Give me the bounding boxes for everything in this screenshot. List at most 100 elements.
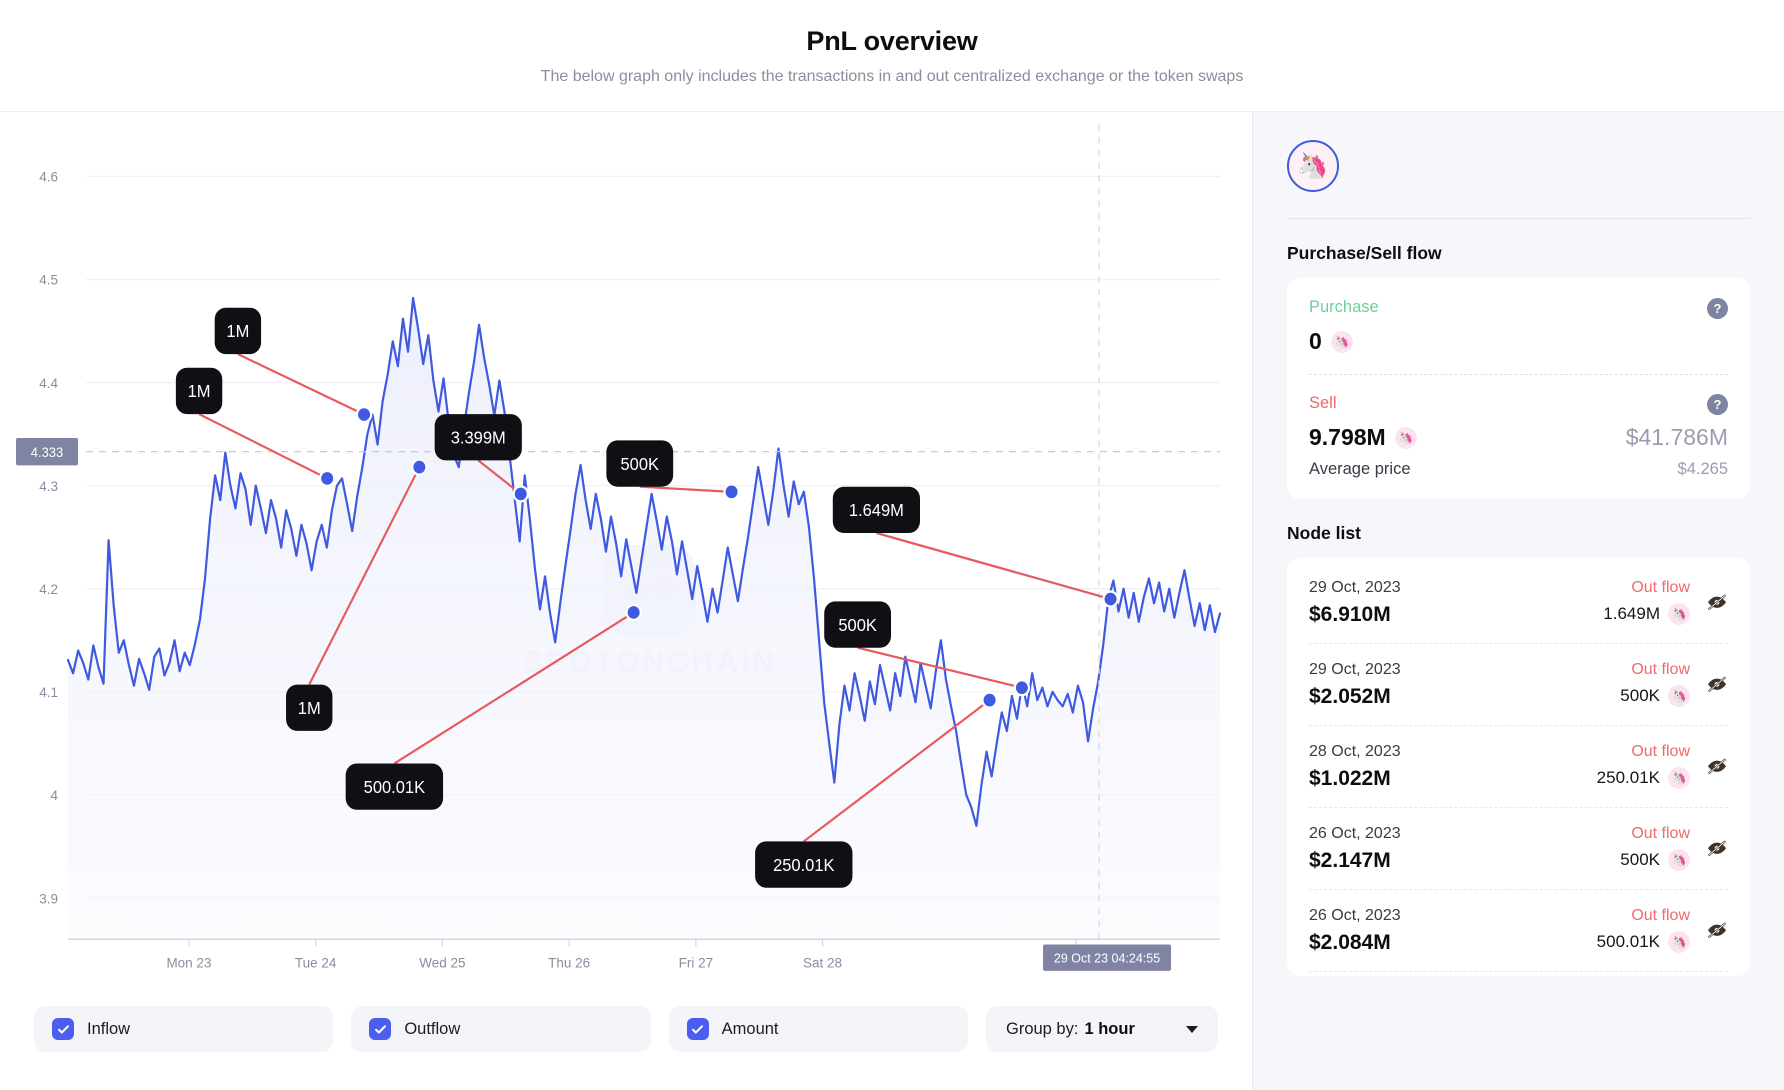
check-icon[interactable] (687, 1018, 709, 1040)
eye-off-icon[interactable] (1706, 755, 1728, 777)
token-avatar[interactable]: 🦄 (1287, 140, 1339, 192)
node-list-row[interactable]: 26 Oct, 2023 $2.084M Out flow 500.01K 🦄 (1309, 890, 1728, 972)
average-price-value: $4.265 (1678, 460, 1728, 479)
node-token-amount: 500.01K (1597, 932, 1660, 952)
node-token-amount: 250.01K (1597, 768, 1660, 788)
node-direction: Out flow (1631, 907, 1690, 925)
y-axis-tick: 4.4 (39, 375, 58, 391)
group-by-prefix: Group by: (1006, 1020, 1078, 1039)
chart-annotation[interactable]: 1M (176, 368, 336, 487)
unicorn-icon: 🦄 (1668, 931, 1690, 953)
node-date: 26 Oct, 2023 (1309, 825, 1401, 843)
eye-off-icon[interactable] (1706, 837, 1728, 859)
inflow-checkbox-control[interactable]: Inflow (34, 1006, 333, 1052)
amount-checkbox-control[interactable]: Amount (669, 1006, 968, 1052)
unicorn-icon: 🦄 (1668, 685, 1690, 707)
inflow-label: Inflow (87, 1020, 130, 1039)
chart-controls: Inflow Outflow Amount Group by: (0, 994, 1252, 1090)
node-list-row[interactable]: 29 Oct, 2023$6.910MOut flow1.649M🦄 (1309, 562, 1728, 644)
x-axis-tick: Sat 28 (803, 954, 842, 970)
annotation-label: 500K (838, 616, 877, 635)
purchase-amount: 0 (1309, 328, 1322, 355)
node-date: 26 Oct, 2023 (1309, 907, 1401, 925)
outflow-label: Outflow (404, 1020, 460, 1039)
eye-off-icon[interactable] (1706, 919, 1728, 941)
x-axis-tick: Wed 25 (419, 954, 466, 970)
x-axis-tick: Tue 24 (295, 954, 337, 970)
sell-label: Sell (1309, 394, 1337, 413)
purchase-header: Purchase ? (1309, 298, 1728, 319)
node-token-amount: 500K (1620, 686, 1660, 706)
outflow-checkbox-control[interactable]: Outflow (351, 1006, 650, 1052)
group-by-dropdown[interactable]: Group by: 1 hour (986, 1006, 1218, 1052)
node-date: 29 Oct, 2023 (1309, 661, 1401, 679)
chart-annotation[interactable]: 1.649M (833, 487, 1119, 608)
node-usd-value: $2.052M (1309, 685, 1401, 709)
node-usd-value: $2.084M (1309, 931, 1401, 955)
amount-label: Amount (722, 1020, 779, 1039)
node-list-row[interactable]: 26 Oct, 2023$2.147MOut flow500K🦄 (1309, 808, 1728, 890)
annotation-label: 500K (621, 454, 660, 473)
annotation-label: 250.01K (773, 855, 835, 874)
group-by-value: 1 hour (1084, 1020, 1134, 1039)
node-list-row[interactable]: 29 Oct, 2023 $2.052M Out flow 500K 🦄 (1309, 644, 1728, 726)
sell-header: Sell ? (1309, 394, 1728, 415)
unicorn-icon: 🦄 (1331, 331, 1353, 353)
node-list-title: Node list (1287, 523, 1750, 544)
annotation-label: 3.399M (451, 428, 506, 447)
node-date: 28 Oct, 2023 (1309, 743, 1401, 761)
average-price-label: Average price (1309, 460, 1411, 479)
help-icon[interactable]: ? (1707, 394, 1728, 415)
node-direction: Out flow (1631, 743, 1690, 761)
chart-y-axis-labels: 3.9 4 4.1 4.2 4.3 4.4 4.5 4.6 (39, 168, 58, 906)
average-price-row: Average price $4.265 (1309, 460, 1728, 479)
chart-annotation[interactable]: 1M (215, 308, 373, 423)
node-date: 29 Oct, 2023 (1309, 579, 1401, 597)
eye-off-icon[interactable] (1706, 673, 1728, 695)
chart-area[interactable]: SPOTONCHAIN 3.944.14.24.34.44.54.6 4.33 (0, 112, 1252, 994)
sell-row: 9.798M 🦄 $41.786M (1309, 424, 1728, 451)
node-direction: Out flow (1631, 825, 1690, 843)
node-direction: Out flow (1631, 579, 1690, 597)
annotation-label: 1M (188, 382, 211, 401)
chart-annotation[interactable]: 500K (606, 440, 739, 500)
y-axis-tick: 4.3 (39, 478, 58, 494)
annotation-label: 1.649M (849, 501, 904, 520)
chart-pane: SPOTONCHAIN 3.944.14.24.34.44.54.6 4.33 (0, 112, 1252, 1090)
y-axis-tick: 4.2 (39, 581, 58, 597)
y-axis-tick: 3.9 (39, 890, 58, 906)
node-direction: Out flow (1631, 661, 1690, 679)
price-chart-svg[interactable]: 3.944.14.24.34.44.54.6 4.333 1M1M1M3.399… (0, 112, 1252, 994)
check-icon[interactable] (52, 1018, 74, 1040)
node-token-amount: 1.649M (1603, 604, 1660, 624)
page-title: PnL overview (806, 26, 977, 57)
x-axis-tick: Thu 26 (548, 954, 590, 970)
y-axis-tick: 4.5 (39, 271, 58, 287)
current-price-value: 4.333 (31, 445, 63, 460)
y-axis-tick: 4.1 (39, 684, 58, 700)
annotation-label: 1M (226, 322, 249, 341)
y-axis-tick: 4.6 (39, 168, 58, 184)
chevron-down-icon[interactable] (1186, 1026, 1198, 1033)
purchase-sell-flow-title: Purchase/Sell flow (1287, 243, 1750, 264)
node-list-card: 29 Oct, 2023$6.910MOut flow1.649M🦄29 Oct… (1287, 558, 1750, 976)
help-icon[interactable]: ? (1707, 298, 1728, 319)
purchase-sell-flow-card: Purchase ? 0 🦄 Sell ? 9. (1287, 278, 1750, 499)
page-header: PnL overview The below graph only includ… (0, 0, 1784, 112)
purchase-label: Purchase (1309, 298, 1379, 317)
check-icon[interactable] (369, 1018, 391, 1040)
crosshair-time-value: 29 Oct 23 04:24:55 (1054, 950, 1160, 965)
y-axis-tick: 4 (50, 787, 58, 803)
unicorn-icon: 🦄 (1395, 427, 1417, 449)
purchase-row: 0 🦄 (1309, 328, 1728, 355)
sidebar-divider (1287, 218, 1750, 219)
eye-off-icon[interactable] (1706, 591, 1728, 613)
sidebar: 🦄 Purchase/Sell flow Purchase ? 0 🦄 (1252, 112, 1784, 1090)
x-axis-tick: Fri 27 (679, 954, 713, 970)
node-list-row[interactable]: 28 Oct, 2023$1.022MOut flow250.01K🦄 (1309, 726, 1728, 808)
unicorn-icon: 🦄 (1668, 767, 1690, 789)
node-usd-value: $6.910M (1309, 603, 1401, 627)
card-divider (1309, 374, 1728, 375)
x-axis-tick: Mon 23 (166, 954, 211, 970)
pnl-overview-page: PnL overview The below graph only includ… (0, 0, 1784, 1090)
